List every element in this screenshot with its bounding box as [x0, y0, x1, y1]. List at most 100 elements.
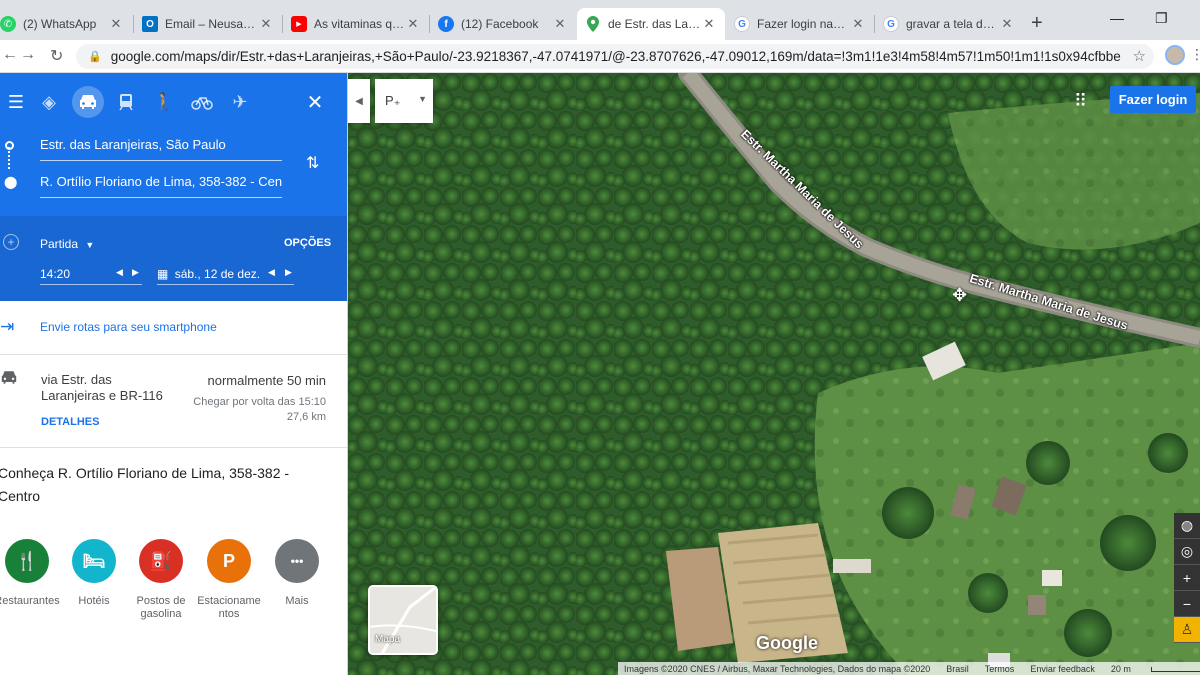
feedback-link[interactable]: Enviar feedback [1030, 664, 1095, 674]
options-button[interactable]: OPÇÕES [284, 237, 331, 249]
tab-google-maps[interactable]: de Estr. das Laranjeiras ✕ [577, 8, 725, 40]
best-route-icon[interactable]: ◈ [33, 86, 65, 118]
add-destination-icon[interactable]: + [3, 234, 19, 250]
time-next-icon[interactable]: ▶ [132, 267, 139, 278]
destination-pin-icon: ⬤ [4, 175, 18, 189]
reload-icon[interactable]: ↻ [50, 46, 63, 66]
directions-header: ☰ ◈ 🚶 ✈ ✕ ⬤ Estr. das Laranjeiras, São P… [0, 73, 347, 301]
zoom-out-button[interactable]: − [1174, 591, 1200, 617]
restaurant-icon: 🍴 [5, 539, 49, 583]
close-icon[interactable]: ✕ [108, 16, 124, 32]
collapse-panel-button[interactable]: ◀ [348, 79, 370, 123]
more-icon: ••• [275, 539, 319, 583]
lock-icon: 🔒 [88, 51, 102, 63]
close-directions-icon[interactable]: ✕ [299, 86, 331, 118]
close-icon[interactable]: ✕ [405, 16, 421, 32]
route-details-link[interactable]: DETALHES [41, 416, 99, 428]
route-via: via Estr. das Laranjeiras e BR-116 [41, 372, 163, 403]
minimize-icon[interactable]: — [1110, 10, 1124, 26]
map-type-toggle[interactable]: Mapa [368, 585, 438, 655]
time-field[interactable]: 14:20 ◀ ▶ [40, 267, 142, 285]
close-icon[interactable]: ✕ [701, 16, 717, 32]
directions-panel: ☰ ◈ 🚶 ✈ ✕ ⬤ Estr. das Laranjeiras, São P… [0, 73, 348, 675]
map-controls: ◍ ◎ + − ♙ [1174, 513, 1200, 643]
category-parking[interactable]: P Estacionamentos [193, 539, 265, 621]
maximize-icon[interactable]: ❐ [1155, 10, 1168, 27]
bookmark-star-icon[interactable]: ☆ [1133, 47, 1146, 65]
my-location-icon[interactable]: ◎ [1174, 539, 1200, 565]
close-icon[interactable]: ✕ [552, 16, 568, 32]
move-cursor-icon: ✥ [952, 285, 968, 305]
date-next-icon[interactable]: ▶ [285, 267, 292, 278]
hamburger-menu-icon[interactable]: ☰ [0, 86, 32, 118]
google-logo: Google [756, 633, 818, 653]
category-hotels[interactable]: 🛏 Hotéis [58, 539, 130, 608]
google-icon: G [734, 16, 750, 32]
departure-selector[interactable]: Partida ▼ [40, 237, 94, 251]
apps-grid-icon[interactable]: ⠿ [1074, 91, 1087, 112]
new-tab-button[interactable]: + [1031, 12, 1043, 35]
route-arrival: Chegar por volta das 15:10 [193, 396, 326, 408]
street-view-pegman-icon[interactable]: ♙ [1174, 617, 1200, 643]
tab-whatsapp[interactable]: ✆ (2) WhatsApp ✕ [0, 8, 132, 40]
address-bar[interactable]: 🔒 google.com/maps/dir/Estr.+das+Laranjei… [76, 44, 1154, 69]
google-icon: G [883, 16, 899, 32]
terms-link[interactable]: Termos [985, 664, 1015, 674]
map-scale[interactable]: 20 m [1111, 664, 1200, 674]
chevron-down-icon: ▼ [418, 94, 427, 104]
date-field[interactable]: ▦ sáb., 12 de dez. ◀ ▶ [157, 267, 294, 285]
explore-title: Conheça R. Ortílio Floriano de Lima, 358… [0, 465, 290, 504]
tab-google-search[interactable]: G gravar a tela do computador ✕ [875, 8, 1023, 40]
bicycle-icon[interactable] [186, 86, 218, 118]
car-icon[interactable] [72, 86, 104, 118]
transit-icon[interactable] [110, 86, 142, 118]
browser-menu-icon[interactable]: ⋮ [1190, 46, 1200, 63]
youtube-icon: ▶ [291, 16, 307, 32]
route-duration: normalmente 50 min [207, 373, 327, 388]
tab-google-login[interactable]: G Fazer login nas Contas ✕ [726, 8, 874, 40]
route-connector [8, 147, 10, 169]
close-icon[interactable]: ✕ [999, 16, 1015, 32]
calendar-icon: ▦ [157, 267, 169, 281]
destination-input[interactable]: R. Ortílio Floriano de Lima, 358-382 - C… [40, 174, 282, 198]
facebook-icon: f [438, 16, 454, 32]
category-more[interactable]: ••• Mais [261, 539, 333, 608]
tab-email[interactable]: O Email – Neusa Carolina ✕ [134, 8, 282, 40]
browser-toolbar: ← → ↻ 🔒 google.com/maps/dir/Estr.+das+La… [0, 40, 1200, 73]
whatsapp-icon: ✆ [0, 16, 16, 32]
tab-facebook[interactable]: f (12) Facebook ✕ [430, 8, 576, 40]
category-restaurants[interactable]: 🍴 Restaurantes [0, 539, 63, 608]
satellite-map[interactable]: ◀ P₊ ▼ ⠿ Fazer login Estr. Martha Maria … [348, 73, 1200, 675]
car-icon [0, 370, 18, 390]
origin-input[interactable]: Estr. das Laranjeiras, São Paulo [40, 137, 282, 161]
close-icon[interactable]: ✕ [850, 16, 866, 32]
url-text[interactable]: google.com/maps/dir/Estr.+das+Laranjeira… [111, 49, 1121, 64]
send-to-phone-row[interactable]: ⇥ Envie rotas para seu smartphone [0, 301, 347, 355]
date-prev-icon[interactable]: ◀ [268, 267, 275, 278]
login-button[interactable]: Fazer login [1110, 86, 1196, 113]
close-icon[interactable]: ✕ [258, 16, 274, 32]
time-prev-icon[interactable]: ◀ [116, 267, 123, 278]
country-link[interactable]: Brasil [946, 664, 969, 674]
departure-options: + Partida ▼ OPÇÕES 14:20 ◀ ▶ ▦ sáb., 12 … [0, 216, 347, 301]
map-layer-selector[interactable]: P₊ ▼ [375, 79, 433, 123]
walking-icon[interactable]: 🚶 [148, 86, 180, 118]
outlook-icon: O [142, 16, 158, 32]
route-option[interactable]: via Estr. das Laranjeiras e BR-116 norma… [0, 356, 347, 448]
globe-icon[interactable]: ◍ [1174, 513, 1200, 539]
travel-modes: ☰ ◈ 🚶 ✈ ✕ [0, 86, 347, 120]
send-to-device-icon: ⇥ [0, 317, 15, 336]
zoom-in-button[interactable]: + [1174, 565, 1200, 591]
category-gas-stations[interactable]: ⛽ Postos de gasolina [125, 539, 197, 621]
tab-youtube[interactable]: ▶ As vitaminas que f ✕ [283, 8, 429, 40]
back-arrow-icon[interactable]: ← [2, 46, 18, 64]
swap-directions-icon[interactable]: ⇅ [306, 153, 319, 173]
hotel-icon: 🛏 [72, 539, 116, 583]
gas-station-icon: ⛽ [139, 539, 183, 583]
profile-avatar[interactable] [1165, 45, 1185, 65]
chevron-down-icon: ▼ [85, 240, 95, 250]
route-distance: 27,6 km [286, 411, 326, 423]
maps-pin-icon [585, 16, 601, 32]
forward-arrow-icon[interactable]: → [20, 46, 36, 64]
flight-icon[interactable]: ✈ [224, 86, 256, 118]
